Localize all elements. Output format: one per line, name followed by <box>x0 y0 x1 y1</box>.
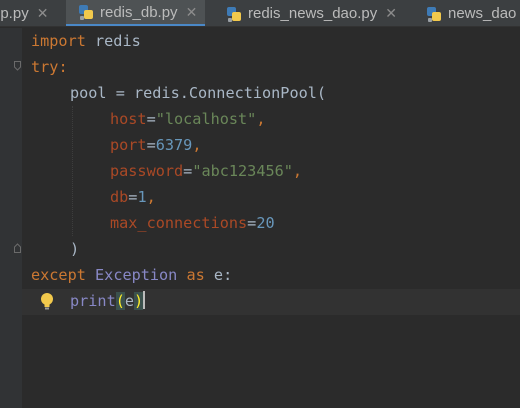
code-line-11: print(e) <box>70 291 146 310</box>
code-line-8: max_connections=20 <box>110 214 275 232</box>
code-line-4: host="localhost", <box>110 110 266 128</box>
indent-guide <box>72 106 73 236</box>
editor-tab-bar: pp.py ✕ redis_db.py ✕ redis_news_dao.py … <box>0 0 520 27</box>
tab-label: pp.py <box>0 5 29 22</box>
code-line-2: try: <box>31 58 68 76</box>
code-line-9: ) <box>70 240 80 258</box>
tab-redis-db-py[interactable]: redis_db.py ✕ <box>66 0 206 26</box>
tab-label: news_dao <box>448 5 517 22</box>
close-icon[interactable]: ✕ <box>186 4 198 21</box>
python-file-icon <box>78 4 94 20</box>
code-line-10: except Exception as e: <box>31 266 233 284</box>
code-line-5: port=6379, <box>110 136 202 154</box>
python-file-icon <box>226 6 242 22</box>
python-file-icon <box>426 6 442 22</box>
tab-label: redis_news_dao.py <box>248 5 378 22</box>
fold-icon[interactable] <box>14 243 21 253</box>
code-line-7: db=1, <box>110 188 156 206</box>
close-icon[interactable]: ✕ <box>385 5 397 22</box>
intention-bulb-icon[interactable] <box>40 292 54 312</box>
code-line-3: pool = redis.ConnectionPool( <box>70 84 327 102</box>
text-caret <box>143 291 146 309</box>
code-line-6: password="abc123456", <box>110 162 303 180</box>
tab-redis-news-dao-py[interactable]: redis_news_dao.py ✕ <box>226 0 397 26</box>
tab-label: redis_db.py <box>100 3 178 21</box>
close-icon[interactable]: ✕ <box>37 5 49 22</box>
editor-gutter <box>0 28 22 408</box>
tab-news-dao[interactable]: news_dao <box>426 0 517 26</box>
tab-pp-py[interactable]: pp.py ✕ <box>0 0 49 26</box>
fold-icon[interactable] <box>14 61 21 71</box>
code-line-1: import redis <box>31 32 141 50</box>
